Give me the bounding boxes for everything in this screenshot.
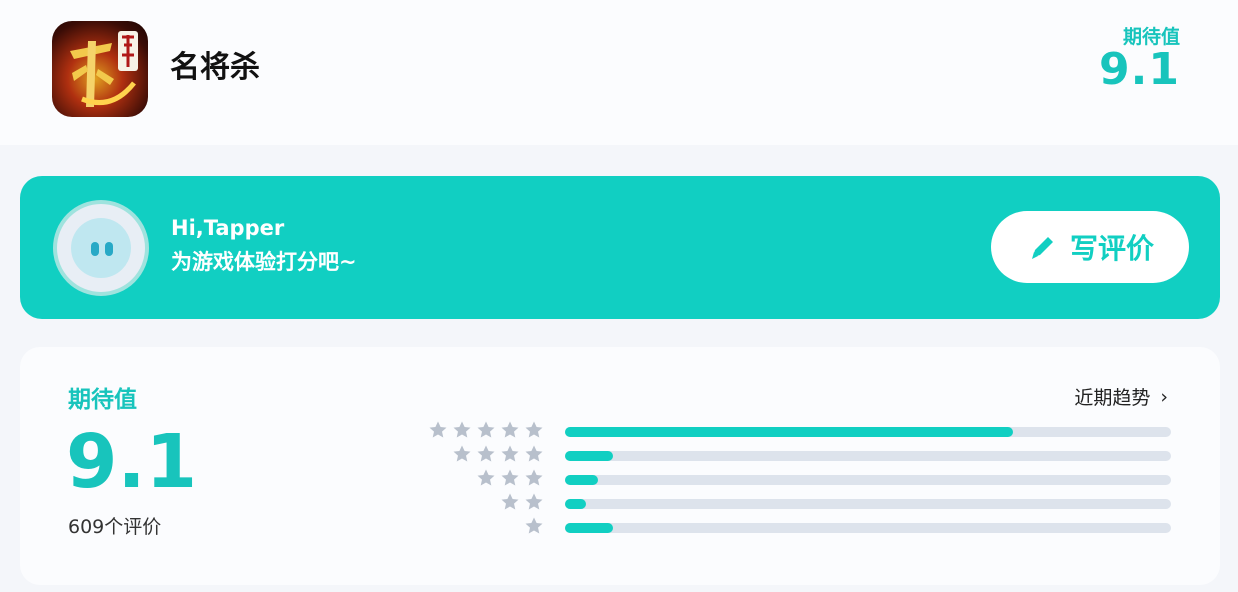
star-icon (525, 445, 543, 462)
prompt-text: 为游戏体验打分吧~ (171, 250, 357, 274)
rating-bar-fill (565, 499, 587, 509)
rating-bar-track (565, 475, 1171, 485)
star-icon (477, 421, 495, 438)
star-icon (525, 469, 543, 486)
header-score-value: 9.1 (1099, 44, 1180, 95)
game-rating-page: 名将杀 期待值 9.1 Hi,Tapper 为游戏体验打分吧~ 写评价 期待值 … (0, 0, 1238, 592)
rating-row-1-star (20, 516, 1220, 540)
avatar-eye-left (91, 242, 99, 256)
rating-row-stars (424, 492, 544, 516)
star-icon (525, 493, 543, 510)
rating-bar-track (565, 499, 1171, 509)
rating-bar-fill (565, 427, 1014, 437)
rating-bar-fill (565, 475, 599, 485)
write-review-button[interactable]: 写评价 (991, 211, 1189, 283)
rating-bar-fill (565, 451, 614, 461)
rating-bar-track (565, 427, 1171, 437)
star-icon (501, 493, 519, 510)
star-icon (477, 445, 495, 462)
game-logo-icon[interactable] (52, 21, 148, 117)
rating-row-4-star (20, 444, 1220, 468)
star-icon (501, 469, 519, 486)
avatar-icon[interactable] (53, 200, 149, 296)
rating-row-stars (424, 468, 544, 492)
rating-row-5-star (20, 420, 1220, 444)
greeting-text: Hi,Tapper (171, 216, 285, 240)
app-header: 名将杀 期待值 9.1 (0, 0, 1238, 145)
star-icon (501, 421, 519, 438)
avatar-eye-right (105, 242, 113, 256)
star-icon (501, 445, 519, 462)
chevron-right-icon: › (1160, 385, 1168, 408)
rating-row-2-star (20, 492, 1220, 516)
star-icon (453, 445, 471, 462)
star-icon (477, 469, 495, 486)
rating-bar-track (565, 451, 1171, 461)
app-title: 名将杀 (170, 50, 260, 85)
rating-row-stars (424, 420, 544, 444)
rating-summary-card: 期待值 9.1 609个评价 近期趋势 › (20, 347, 1220, 585)
star-icon (525, 517, 543, 534)
rating-bar-track (565, 523, 1171, 533)
review-prompt-banner: Hi,Tapper 为游戏体验打分吧~ 写评价 (20, 176, 1220, 319)
rating-label: 期待值 (68, 387, 137, 413)
rating-row-stars (424, 444, 544, 468)
recent-trend-link[interactable]: 近期趋势 › (1074, 383, 1168, 410)
avatar-face (71, 218, 131, 278)
rating-bar-fill (565, 523, 614, 533)
pen-icon (1031, 237, 1053, 259)
star-icon (525, 421, 543, 438)
star-icon (429, 421, 447, 438)
write-review-label: 写评价 (1069, 232, 1154, 265)
recent-trend-label: 近期趋势 (1074, 387, 1151, 409)
star-icon (453, 421, 471, 438)
rating-row-stars (424, 516, 544, 540)
rating-row-3-star (20, 468, 1220, 492)
